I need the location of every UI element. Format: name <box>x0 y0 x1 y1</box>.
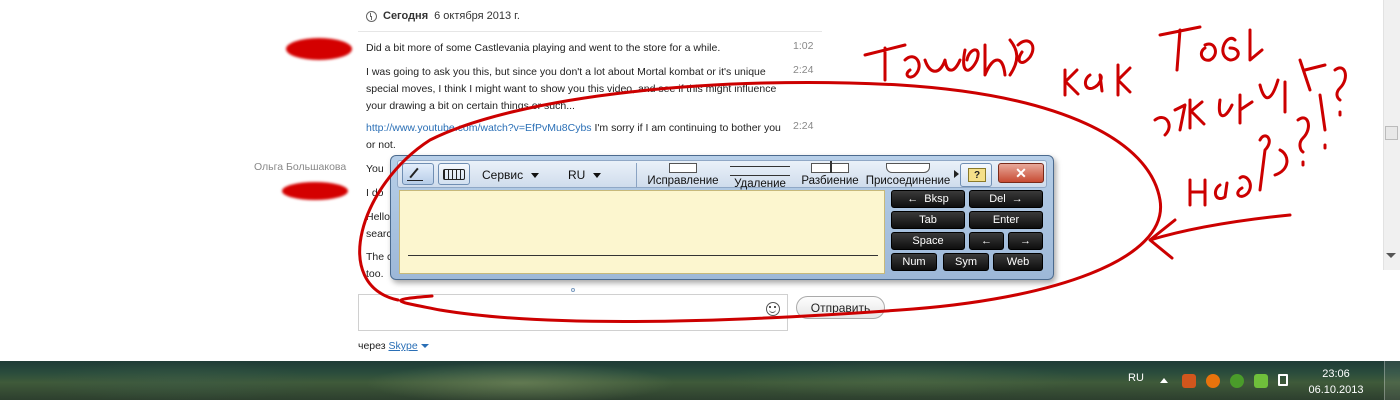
clock-date: 06.10.2013 <box>1308 384 1364 396</box>
web-key[interactable]: Web <box>993 253 1043 271</box>
chevron-right-icon[interactable] <box>954 170 959 178</box>
annotation-word-2 <box>1063 25 1264 97</box>
scroll-down-arrow-icon[interactable] <box>1386 253 1396 258</box>
date-header-today: Сегодня <box>383 10 429 22</box>
utorrent-icon[interactable] <box>1230 374 1244 388</box>
redacted-sender <box>282 182 348 200</box>
via-label: через <box>358 340 386 352</box>
enter-key[interactable]: Enter <box>969 211 1043 229</box>
annotation-word-1 <box>863 38 1035 82</box>
gesture-correct[interactable]: Исправление <box>644 163 722 187</box>
arrow-right-icon: → <box>1020 235 1031 247</box>
chevron-down-icon[interactable] <box>420 344 429 349</box>
writing-pad-button[interactable] <box>402 163 434 185</box>
gesture-join-label: Присоединение <box>865 175 951 187</box>
arrow-left-icon: ← <box>981 235 992 247</box>
tab-key[interactable]: Tab <box>891 211 965 229</box>
delete-key[interactable]: Del → <box>969 190 1043 208</box>
num-key[interactable]: Num <box>891 253 937 271</box>
arrow-right-key[interactable]: → <box>1008 232 1043 250</box>
via-skype: через Skype <box>358 340 429 352</box>
tray-browser-icon[interactable] <box>1206 374 1220 388</box>
close-button[interactable]: ✕ <box>998 163 1044 183</box>
input-panel-toolbar: Сервис RU Исправление Удаление Разбиение <box>397 160 1047 190</box>
split-gesture-icon <box>811 161 849 173</box>
message-text: I was going to ask you this, but since y… <box>366 66 777 112</box>
gesture-split[interactable]: Разбиение <box>798 161 862 187</box>
service-menu[interactable]: Сервис <box>482 168 540 182</box>
join-gesture-icon <box>886 163 930 173</box>
youtube-link[interactable]: http://www.youtube.com/watch?v=EfPvMu8Cy… <box>366 122 592 134</box>
delete-key-label: Del <box>989 193 1006 205</box>
correct-gesture-icon <box>669 163 697 173</box>
help-button[interactable]: ? <box>960 163 992 187</box>
input-panel-keypad: ← Bksp Del → Tab Enter Space ← → Num Sym W… <box>891 190 1049 274</box>
message-time: 1:02 <box>793 40 814 52</box>
language-menu-label: RU <box>568 168 586 182</box>
annotation-word-3 <box>1153 58 1327 137</box>
date-header: Сегодня 6 октября 2013 г. <box>366 10 520 22</box>
space-key[interactable]: Space <box>891 232 965 250</box>
show-desktop-button[interactable] <box>1384 361 1400 400</box>
arrow-left-icon: ← <box>907 193 919 205</box>
service-menu-label: Сервис <box>482 168 524 182</box>
toolbar-divider <box>636 163 637 187</box>
arrow-left-key[interactable]: ← <box>969 232 1004 250</box>
annotation-arrow <box>1148 213 1292 260</box>
gesture-split-label: Разбиение <box>801 175 859 187</box>
tray-update-icon[interactable] <box>1254 374 1268 388</box>
gesture-correct-label: Исправление <box>647 175 719 187</box>
message-time: 2:24 <box>793 120 814 132</box>
message-input[interactable] <box>358 294 788 331</box>
language-indicator[interactable]: RU <box>1128 372 1144 384</box>
clock-icon <box>366 10 377 22</box>
arrow-right-icon: → <box>1011 193 1023 205</box>
gesture-delete-label: Удаление <box>734 178 786 190</box>
help-icon: ? <box>968 168 986 182</box>
backspace-key-label: Bksp <box>924 193 949 205</box>
message-time: 2:24 <box>793 64 814 76</box>
redacted-sender <box>286 38 352 60</box>
network-icon[interactable] <box>1278 374 1288 386</box>
scrollbar-thumb[interactable] <box>1385 126 1398 140</box>
tablet-input-panel: Сервис RU Исправление Удаление Разбиение <box>390 155 1054 280</box>
resize-handle[interactable] <box>571 288 575 292</box>
taskbar-clock[interactable]: 23:06 06.10.2013 <box>1306 366 1366 398</box>
keyboard-icon <box>443 169 465 180</box>
gesture-delete[interactable]: Удаление <box>724 163 796 190</box>
writing-baseline <box>408 255 878 256</box>
clock-time: 23:06 <box>1322 368 1350 380</box>
show-hidden-icons-icon[interactable] <box>1160 378 1168 383</box>
date-divider <box>358 31 822 32</box>
message-with-link: http://www.youtube.com/watch?v=EfPvMu8Cy… <box>366 120 786 154</box>
language-menu[interactable]: RU <box>568 168 602 182</box>
delete-gesture-icon <box>730 166 790 176</box>
tray-app-icon[interactable] <box>1182 374 1196 388</box>
chevron-down-icon <box>531 172 540 178</box>
message-text: Did a bit more of some Castlevania playi… <box>366 42 721 54</box>
send-button[interactable]: Отправить <box>796 296 885 319</box>
handwriting-area[interactable] <box>399 190 885 274</box>
gesture-join[interactable]: Присоединение <box>862 163 954 187</box>
skype-link[interactable]: Skype <box>389 340 418 352</box>
sym-key[interactable]: Sym <box>943 253 989 271</box>
pen-icon <box>407 167 423 181</box>
sender-name: Ольга Большакова <box>254 161 347 173</box>
annotation-word-4 <box>1188 66 1347 207</box>
date-header-date: 6 октября 2013 г. <box>434 10 520 22</box>
chevron-down-icon <box>593 172 602 178</box>
backspace-key[interactable]: ← Bksp <box>891 190 965 208</box>
touch-keyboard-button[interactable] <box>438 163 470 185</box>
screen: Сегодня 6 октября 2013 г. Did a bit more… <box>0 0 1400 400</box>
emoticon-icon[interactable] <box>766 302 780 316</box>
